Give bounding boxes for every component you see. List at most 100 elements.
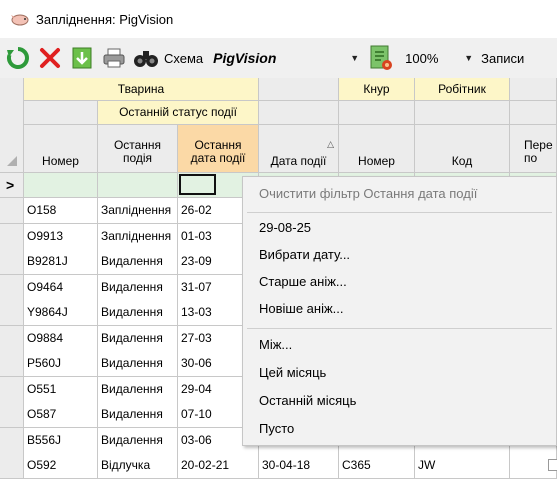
cell-last-event[interactable]: Видалення — [98, 402, 178, 428]
cell-number[interactable]: O9464 — [24, 275, 98, 301]
group-header-boar: Кнур — [339, 78, 415, 101]
filter-cell-number[interactable] — [24, 173, 98, 198]
filter-cell-focus — [179, 174, 216, 195]
export-icon[interactable] — [68, 44, 96, 72]
cell-last-event[interactable]: Видалення — [98, 377, 178, 403]
pig-app-icon — [10, 11, 30, 27]
cell-number[interactable]: O587 — [24, 402, 98, 428]
row-header[interactable] — [0, 428, 24, 454]
menu-item-last-month[interactable]: Останній місяць — [243, 388, 556, 414]
current-row-indicator: > — [0, 173, 24, 198]
row-header[interactable] — [0, 377, 24, 403]
group-header-blank — [510, 78, 557, 101]
scheme-select[interactable]: PigVision ▼ — [209, 46, 364, 70]
row-header[interactable] — [0, 198, 24, 224]
binoculars-icon[interactable] — [132, 44, 160, 72]
cell-last-event-date[interactable]: 20-02-21 — [178, 453, 259, 479]
column-header-label: Остання — [194, 137, 242, 152]
column-header-boar-number[interactable]: Номер — [339, 125, 415, 173]
cell-number[interactable]: O592 — [24, 453, 98, 479]
column-header-label: Пере — [524, 137, 553, 152]
cell-worker-code[interactable]: JW — [415, 453, 510, 479]
row-header[interactable] — [0, 224, 24, 250]
column-header-label: Номер — [358, 154, 395, 168]
menu-item-older-than[interactable]: Старше аніж... — [243, 269, 556, 295]
delete-icon[interactable] — [36, 44, 64, 72]
column-header-number[interactable]: Номер — [24, 125, 98, 173]
cell-last-event[interactable]: Запліднення — [98, 198, 178, 224]
cell-number[interactable]: Y9864J — [24, 300, 98, 326]
subgroup-blank — [259, 101, 339, 125]
cell-number[interactable]: O158 — [24, 198, 98, 224]
cell-last-event[interactable]: Видалення — [98, 300, 178, 326]
grid-corner[interactable] — [0, 78, 24, 173]
row-header[interactable] — [0, 275, 24, 301]
column-header-worker-code[interactable]: Код — [415, 125, 510, 173]
subgroup-blank — [24, 101, 98, 125]
zoom-value: 100% — [405, 50, 439, 66]
scheme-label: Схема — [164, 50, 204, 66]
cell-number[interactable]: B556J — [24, 428, 98, 454]
date-filter-context-menu: Очистити фільтр Остання дата події 29-08… — [242, 176, 557, 446]
column-header-extra[interactable]: Пере по — [510, 125, 557, 173]
menu-item-between[interactable]: Між... — [243, 332, 556, 358]
toolbar: Схема PigVision ▼ 100% ▼ Записи — [0, 38, 557, 78]
cell-last-event[interactable]: Видалення — [98, 351, 178, 377]
menu-item-this-month[interactable]: Цей місяць — [243, 360, 556, 386]
cell-number[interactable]: O9884 — [24, 326, 98, 352]
title-bar: Запліднення: PigVision — [0, 0, 557, 38]
records-button[interactable]: Записи — [481, 51, 524, 66]
window-title: Запліднення: PigVision — [36, 11, 174, 27]
cell-last-event[interactable]: Видалення — [98, 326, 178, 352]
cell-boar-number[interactable]: C365 — [339, 453, 415, 479]
cell-last-event[interactable]: Видалення — [98, 249, 178, 275]
print-icon[interactable] — [100, 44, 128, 72]
row-checkbox[interactable] — [548, 459, 557, 471]
group-header-worker: Робітник — [415, 78, 510, 101]
cell-event-date[interactable]: 30-04-18 — [259, 453, 339, 479]
menu-item-choose-date[interactable]: Вибрати дату... — [243, 242, 556, 268]
sort-asc-icon: △ — [327, 139, 334, 149]
column-header-label: Дата події — [270, 154, 327, 168]
row-header[interactable] — [0, 402, 24, 428]
subgroup-blank — [339, 101, 415, 125]
cell-last-event[interactable]: Видалення — [98, 275, 178, 301]
cell-number[interactable]: P560J — [24, 351, 98, 377]
column-header-event-date[interactable]: Дата події △ — [259, 125, 339, 173]
group-header-blank — [259, 78, 339, 101]
column-header-label: Остання — [113, 137, 162, 152]
column-header-last-event[interactable]: Остання подія — [98, 125, 178, 173]
row-header[interactable] — [0, 326, 24, 352]
column-header-label: подія — [122, 150, 153, 165]
column-header-label: Код — [451, 154, 473, 168]
zoom-select[interactable]: 100% ▼ — [399, 46, 477, 70]
subgroup-blank — [415, 101, 510, 125]
row-header[interactable] — [0, 249, 24, 275]
refresh-icon[interactable] — [4, 44, 32, 72]
column-header-label: дата події — [190, 150, 246, 165]
menu-separator — [247, 328, 552, 329]
filter-cell-last-event[interactable] — [98, 173, 178, 198]
row-header[interactable] — [0, 300, 24, 326]
cell-last-event[interactable]: Видалення — [98, 428, 178, 454]
menu-item-today-date[interactable]: 29-08-25 — [243, 215, 556, 241]
cell-number[interactable]: B9281J — [24, 249, 98, 275]
row-header[interactable] — [0, 453, 24, 479]
cell-last-event[interactable]: Запліднення — [98, 224, 178, 250]
column-header-label: Номер — [42, 154, 79, 168]
menu-separator — [247, 212, 552, 213]
group-header-animal: Тварина — [24, 78, 259, 101]
subgroup-blank — [510, 101, 557, 125]
subgroup-last-status: Останній статус події — [98, 101, 259, 125]
menu-item-empty[interactable]: Пусто — [243, 416, 556, 442]
scheme-settings-icon[interactable] — [367, 44, 395, 72]
cell-number[interactable]: O551 — [24, 377, 98, 403]
menu-item-clear-filter[interactable]: Очистити фільтр Остання дата події — [243, 181, 556, 207]
column-header-last-event-date[interactable]: Остання дата події — [178, 125, 259, 173]
chevron-down-icon: ▼ — [464, 53, 474, 63]
cell-number[interactable]: O9913 — [24, 224, 98, 250]
chevron-down-icon: ▼ — [350, 53, 360, 63]
cell-last-event[interactable]: Відлучка — [98, 453, 178, 479]
row-header[interactable] — [0, 351, 24, 377]
menu-item-newer-than[interactable]: Новіше аніж... — [243, 296, 556, 322]
